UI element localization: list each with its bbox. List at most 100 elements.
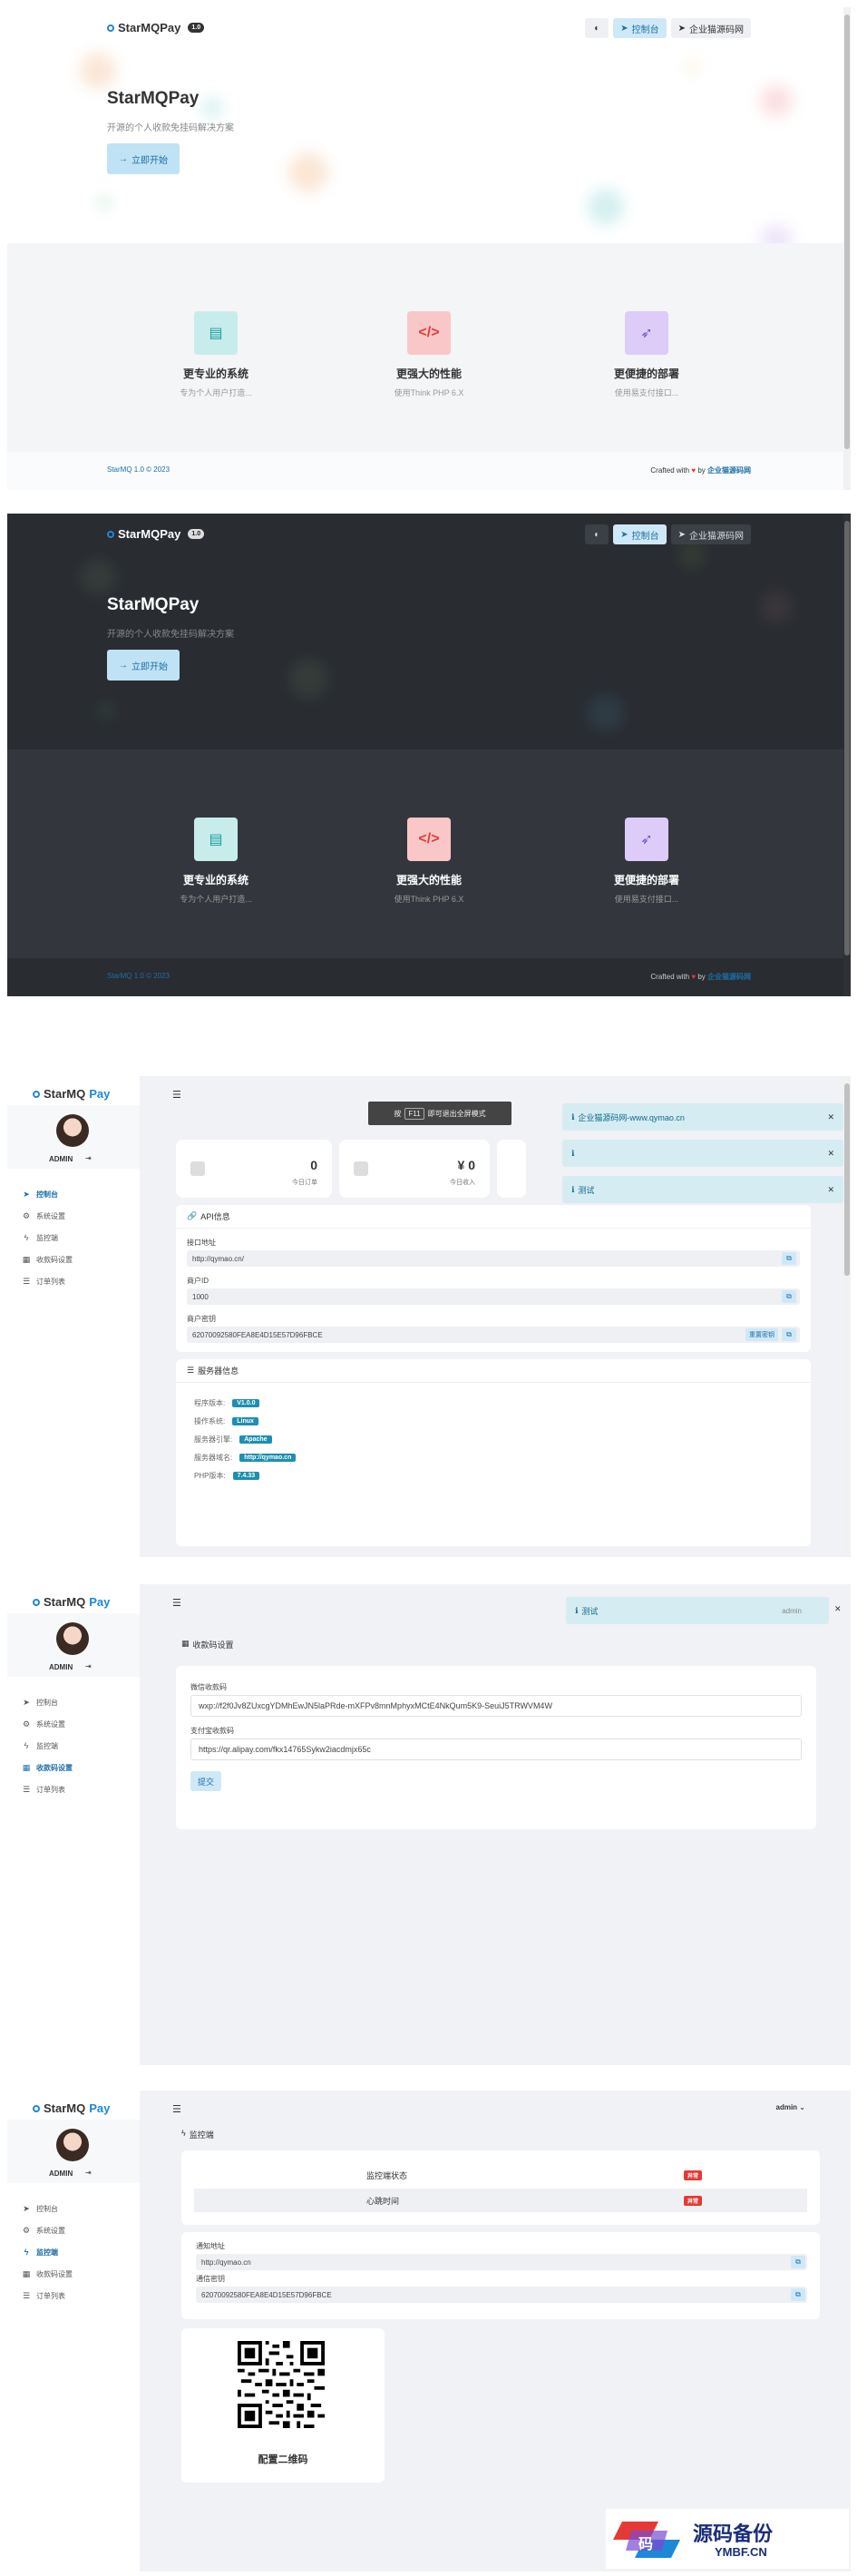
sidebar-brand[interactable]: StarMQ Pay	[33, 1087, 110, 1101]
reset-key-button[interactable]: 重置密钥	[745, 1328, 778, 1341]
copy-key-button[interactable]: ⧉	[782, 1328, 796, 1341]
sidebar-item-console[interactable]: ➤ 控制台	[7, 1183, 140, 1205]
svg-text:码: 码	[638, 2535, 653, 2552]
sidebar-item-qrcode[interactable]: ▦ 收款码设置	[7, 1757, 140, 1778]
sidebar-item-orders[interactable]: ☰ 订单列表	[7, 1270, 140, 1292]
get-started-button[interactable]: → 立即开始	[107, 650, 180, 681]
logout-icon[interactable]: ⇥	[85, 1154, 92, 1162]
send-icon: ➤	[23, 2203, 30, 2213]
stat-today-income: ¥ 0 今日收入	[339, 1140, 490, 1198]
sidebar-item-orders[interactable]: ☰ 订单列表	[7, 2285, 140, 2307]
avatar[interactable]	[56, 1114, 89, 1147]
feature-performance: </> 更强大的性能 使用Think PHP 6.X	[356, 311, 502, 398]
sidebar-brand[interactable]: StarMQ Pay	[33, 2101, 110, 2115]
send-icon: ➤	[677, 23, 686, 34]
qrcode-settings-screen: StarMQ Pay ADMIN ⇥ ➤ 控制台 ⚙ 系统设置 ϟ 监控端 ▦ 收款码设置…	[7, 1584, 851, 2065]
avatar[interactable]	[56, 2129, 89, 2161]
landing-dark-screen: StarMQPay 1.0 ◐ ➤ 控制台 ➤ 企业猫源码网 StarMQPay 开…	[7, 514, 851, 996]
grid-icon: ▦	[22, 1762, 31, 1772]
sidebar-brand[interactable]: StarMQ Pay	[33, 1595, 110, 1609]
landing-light-screen: StarMQPay 1.0 ◐ ➤ 控制台 ➤ 企业猫源码网 StarMQPay 开…	[7, 7, 851, 490]
config-qrcode-image	[238, 2341, 325, 2428]
merchant-id-field[interactable]: 1000	[187, 1288, 800, 1305]
feature-professional: ▤ 更专业的系统 专为个人用户打造...	[143, 818, 288, 905]
api-info-card: 🔗 API信息 接口地址 http://qymao.cn/ ⧉ 商户ID 1000…	[176, 1205, 811, 1352]
menu-toggle-icon[interactable]: ☰	[172, 2103, 181, 2115]
list-icon: ☰	[22, 1276, 31, 1286]
theme-toggle-button[interactable]: ◐	[585, 524, 609, 544]
monitor-screen: StarMQ Pay ADMIN ⇥ ➤ 控制台 ⚙ 系统设置 ϟ 监控端 ▦ 收款码设置…	[7, 2091, 851, 2571]
notification-toast: ℹ 测试 admin	[566, 1597, 829, 1624]
wechat-qrcode-input[interactable]: wxp://f2f0Jv8ZUxcgYDMhEwJN5laPRde-mXFPv8…	[190, 1695, 802, 1717]
grid-icon: ▦	[181, 1639, 190, 1648]
card-title: API信息	[200, 1212, 230, 1221]
scrollbar[interactable]	[843, 1076, 851, 1557]
close-icon[interactable]: ✕	[827, 1112, 834, 1122]
author-link[interactable]: 企业猫源码网	[707, 973, 751, 981]
send-icon: ➤	[620, 23, 628, 34]
enterprise-link-button[interactable]: ➤ 企业猫源码网	[670, 524, 751, 544]
sidebar-item-settings[interactable]: ⚙ 系统设置	[7, 1205, 140, 1227]
close-icon[interactable]: ✕	[834, 1604, 842, 1614]
top-navbar: StarMQPay 1.0 ◐ ➤ 控制台 ➤ 企业猫源码网	[7, 7, 851, 44]
gear-icon: ⚙	[22, 2225, 31, 2235]
brand-logo[interactable]: StarMQPay 1.0	[107, 527, 205, 541]
notify-url-field[interactable]: http://qymao.cn	[196, 2254, 807, 2270]
get-started-button[interactable]: → 立即开始	[107, 143, 180, 174]
server-icon: ☰	[187, 1366, 195, 1375]
sidebar-item-monitor[interactable]: ϟ 监控端	[7, 1735, 140, 1757]
copy-key-button[interactable]: ⧉	[791, 2288, 805, 2301]
version-badge: 1.0	[188, 23, 205, 33]
console-button[interactable]: ➤ 控制台	[613, 18, 667, 38]
menu-toggle-icon[interactable]: ☰	[172, 1597, 181, 1609]
console-button[interactable]: ➤ 控制台	[613, 524, 667, 544]
sidebar-item-console[interactable]: ➤ 控制台	[7, 2198, 140, 2219]
sidebar-item-qrcode[interactable]: ▦ 收款码设置	[7, 1249, 140, 1270]
scrollbar[interactable]	[843, 7, 851, 490]
username: ADMIN	[49, 2170, 73, 2178]
brand-logo[interactable]: StarMQPay 1.0	[107, 21, 205, 34]
sidebar-item-settings[interactable]: ⚙ 系统设置	[7, 2219, 140, 2241]
close-icon[interactable]: ✕	[827, 1149, 834, 1159]
sidebar-nav: ➤ 控制台 ⚙ 系统设置 ϟ 监控端 ▦ 收款码设置 ☰ 订单列表	[7, 1183, 140, 1292]
arrow-right-icon: →	[119, 660, 128, 671]
copy-url-button[interactable]: ⧉	[782, 1252, 796, 1265]
logout-icon[interactable]: ⇥	[85, 1662, 92, 1670]
submit-button[interactable]: 提交	[190, 1771, 221, 1791]
send-icon: ➤	[677, 529, 686, 540]
avatar[interactable]	[56, 1622, 89, 1655]
user-dropdown[interactable]: admin	[782, 1607, 802, 1615]
rocket-icon: ➶	[625, 311, 668, 355]
sidebar-item-settings[interactable]: ⚙ 系统设置	[7, 1713, 140, 1735]
server-row: 服务器引擎: Apache	[194, 1430, 296, 1448]
theme-toggle-button[interactable]: ◐	[585, 18, 609, 38]
logout-icon[interactable]: ⇥	[85, 2169, 92, 2177]
close-icon[interactable]: ✕	[827, 1185, 834, 1195]
logo-icon	[107, 24, 114, 32]
merchant-key-field[interactable]: 62070092580FEA8E4D15E57D96FBCE	[187, 1327, 800, 1343]
copy-notify-button[interactable]: ⧉	[791, 2256, 805, 2268]
author-link[interactable]: 企业猫源码网	[707, 466, 751, 475]
copy-id-button[interactable]: ⧉	[782, 1290, 796, 1303]
comm-key-field[interactable]: 62070092580FEA8E4D15E57D96FBCE	[196, 2287, 807, 2303]
sidebar-item-monitor[interactable]: ϟ 监控端	[7, 1227, 140, 1249]
sidebar-nav: ➤ 控制台 ⚙ 系统设置 ϟ 监控端 ▦ 收款码设置 ☰ 订单列表	[7, 2198, 140, 2307]
scrollbar[interactable]	[843, 514, 851, 996]
qr-caption: 配置二维码	[258, 2454, 308, 2465]
user-dropdown[interactable]: admin ⌄	[776, 2103, 806, 2111]
sidebar-item-orders[interactable]: ☰ 订单列表	[7, 1778, 140, 1800]
sidebar-item-monitor[interactable]: ϟ 监控端	[7, 2241, 140, 2263]
sidebar-item-console[interactable]: ➤ 控制台	[7, 1691, 140, 1713]
card-icon: ▤	[194, 311, 238, 355]
alipay-qrcode-input[interactable]: https://qr.alipay.com/fkx14765Sykw2iacdm…	[190, 1739, 802, 1760]
api-url-field[interactable]: http://qymao.cn/	[187, 1250, 800, 1267]
footer-copyright: StarMQ 1.0 © 2023	[107, 465, 170, 474]
grid-icon: ▦	[22, 1254, 31, 1264]
main-content: ☰ ℹ 测试 admin ✕ ▦ 收款码设置 微信收款码 wxp://f2f0Jv8…	[140, 1584, 851, 2065]
menu-toggle-icon[interactable]: ☰	[172, 1089, 181, 1101]
enterprise-link-button[interactable]: ➤ 企业猫源码网	[670, 18, 751, 38]
gear-icon: ⚙	[22, 1210, 31, 1220]
link-icon: 🔗	[187, 1211, 198, 1220]
sidebar-item-qrcode[interactable]: ▦ 收款码设置	[7, 2263, 140, 2285]
rocket-icon: ➶	[625, 818, 668, 861]
